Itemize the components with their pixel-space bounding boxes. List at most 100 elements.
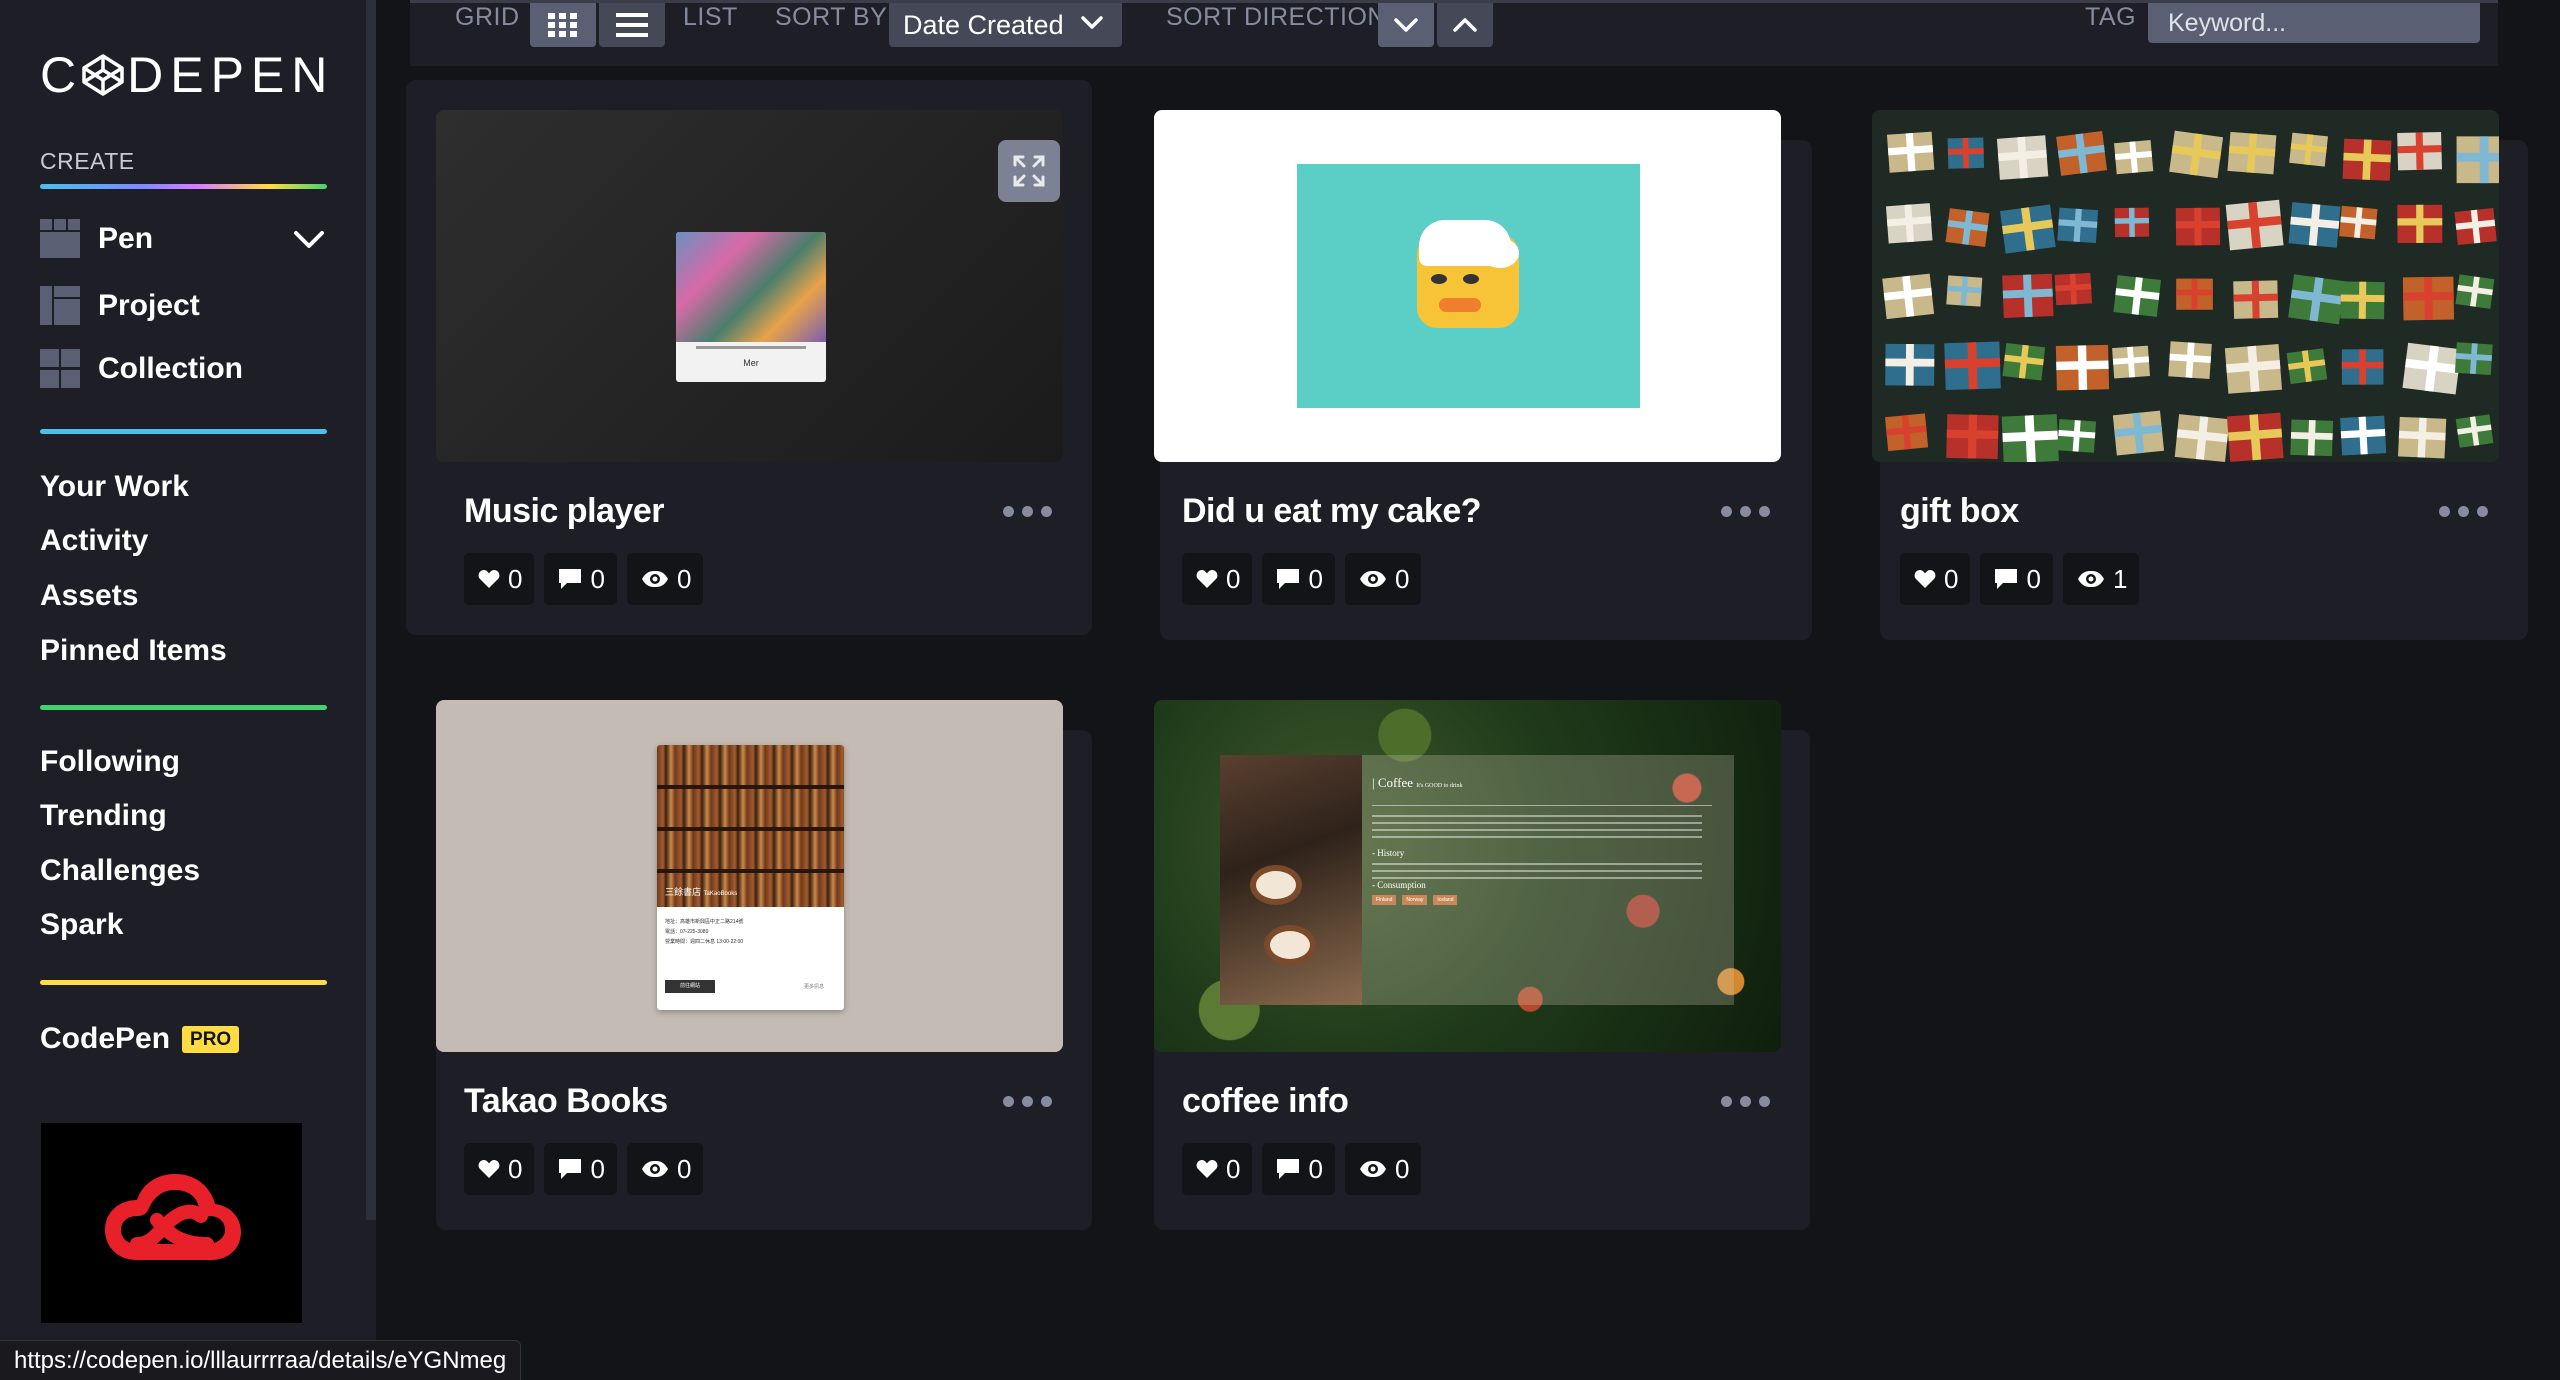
grid-view-button[interactable] [530, 3, 596, 47]
gift-box-shape [2398, 416, 2447, 459]
gift-box-shape [2339, 205, 2378, 240]
sort-by-select[interactable]: Date Created [889, 3, 1122, 47]
more-options-button[interactable] [999, 1088, 1055, 1114]
nav-trending[interactable]: Trending [40, 799, 167, 833]
eye-icon [2077, 571, 2104, 587]
like-count: 0 [508, 563, 523, 594]
sponsor-ad[interactable] [41, 1123, 302, 1323]
comment-button[interactable]: 0 [544, 553, 617, 605]
nav-your-work[interactable]: Your Work [40, 470, 189, 504]
cake-scene [1297, 164, 1640, 408]
gift-box-shape [2001, 414, 2059, 462]
grid-icon [548, 13, 577, 37]
comment-count: 0 [2026, 563, 2041, 594]
more-options-button[interactable] [1717, 498, 1773, 524]
pen-title[interactable]: Takao Books [464, 1082, 668, 1121]
pen-title[interactable]: Did u eat my cake? [1182, 492, 1482, 531]
comment-count: 0 [1308, 1153, 1323, 1184]
eye-icon [1359, 1161, 1386, 1177]
nav-assets[interactable]: Assets [40, 579, 138, 613]
pen-stats: 0 0 0 [464, 1143, 704, 1195]
create-collection-button[interactable]: Collection [40, 349, 243, 389]
gift-box-shape [2455, 274, 2495, 309]
pen-title[interactable]: coffee info [1182, 1082, 1349, 1121]
comment-count: 0 [590, 1153, 605, 1184]
eye-icon [641, 1161, 668, 1177]
comment-icon [559, 1159, 582, 1179]
gift-box-shape [2342, 138, 2392, 181]
expand-preview-button[interactable] [998, 140, 1060, 202]
chevron-down-icon [1081, 16, 1103, 29]
comment-icon [559, 569, 582, 589]
sidebar-scrollbar[interactable] [366, 0, 376, 1220]
create-pen-button[interactable]: Pen [40, 219, 153, 259]
gift-box-shape [2114, 207, 2150, 238]
bookshelf-image: 三餘書店 TaKaoBooks [657, 745, 844, 907]
expand-icon [1013, 155, 1045, 187]
bookstore-card-preview: 三餘書店 TaKaoBooks 地址：高雄市新興區中正二路214號 電話：07-… [657, 745, 844, 1010]
comment-button[interactable]: 0 [1262, 1143, 1335, 1195]
pen-stats: 0 0 0 [1182, 1143, 1422, 1195]
sort-by-value: Date Created [903, 9, 1064, 40]
nav-following[interactable]: Following [40, 745, 180, 779]
gift-box-shape [2454, 208, 2497, 246]
comment-button[interactable]: 0 [1980, 553, 2053, 605]
codepen-logo[interactable]: C DEPEN [40, 50, 334, 100]
gift-box-shape [2227, 131, 2277, 175]
gift-box-shape [1885, 413, 1929, 452]
pen-thumbnail[interactable]: Mer [436, 110, 1063, 462]
codepen-pro-link[interactable]: CodePen PRO [40, 1022, 240, 1056]
sort-direction-label: SORT DIRECTION [1166, 3, 1386, 31]
nav-challenges[interactable]: Challenges [40, 854, 200, 888]
blue-divider [40, 429, 327, 434]
like-button[interactable]: 0 [1900, 553, 1971, 605]
like-button[interactable]: 0 [464, 553, 535, 605]
like-count: 0 [1226, 563, 1241, 594]
sort-descending-button[interactable] [1378, 3, 1434, 47]
comment-icon [1277, 569, 1300, 589]
gift-box-shape [2168, 341, 2212, 380]
nav-spark[interactable]: Spark [40, 908, 123, 942]
heart-icon [478, 570, 500, 588]
grid-label: GRID [455, 3, 520, 31]
like-button[interactable]: 0 [464, 1143, 535, 1195]
pen-thumbnail[interactable] [1872, 110, 2499, 462]
more-options-button[interactable] [2435, 498, 2491, 524]
like-button[interactable]: 0 [1182, 553, 1253, 605]
pro-badge: PRO [182, 1025, 240, 1053]
pen-thumbnail[interactable]: 三餘書店 TaKaoBooks 地址：高雄市新興區中正二路214號 電話：07-… [436, 700, 1063, 1052]
views-stat: 0 [626, 553, 704, 605]
list-view-button[interactable] [599, 3, 665, 47]
chevron-down-icon[interactable] [292, 228, 326, 252]
heart-icon [1196, 1160, 1218, 1178]
create-section-label: CREATE [40, 148, 135, 174]
tag-keyword-input[interactable] [2148, 3, 2480, 43]
gift-box-shape [2055, 344, 2110, 391]
gift-box-shape [1946, 275, 1983, 307]
pen-title[interactable]: Music player [464, 492, 664, 531]
pen-card-coffee-info: | Coffee It's GOOD to drink - History - … [1124, 670, 1810, 1230]
link-preview-statusbar: https://codepen.io/lllaurrrraa/details/e… [0, 1340, 522, 1380]
pen-thumbnail[interactable]: | Coffee It's GOOD to drink - History - … [1154, 700, 1781, 1052]
gift-box-shape [1882, 273, 1935, 320]
more-options-button[interactable] [999, 498, 1055, 524]
create-project-button[interactable]: Project [40, 286, 200, 326]
comment-button[interactable]: 0 [544, 1143, 617, 1195]
comment-button[interactable]: 0 [1262, 553, 1335, 605]
chevron-down-icon [1394, 18, 1418, 32]
view-count: 0 [1394, 1153, 1410, 1184]
nav-pinned-items[interactable]: Pinned Items [40, 634, 227, 668]
sort-ascending-button[interactable] [1437, 3, 1493, 47]
pen-thumbnail[interactable] [1154, 110, 1781, 462]
list-icon [616, 13, 648, 37]
view-count: 1 [2112, 563, 2128, 594]
create-project-label: Project [98, 289, 200, 322]
more-options-button[interactable] [1717, 1088, 1773, 1114]
like-button[interactable]: 0 [1182, 1143, 1253, 1195]
create-collection-label: Collection [98, 352, 244, 385]
gift-box-shape [1944, 341, 2001, 391]
pen-title[interactable]: gift box [1900, 492, 2019, 531]
nav-activity[interactable]: Activity [40, 524, 148, 558]
gift-box-shape [2002, 342, 2046, 381]
pen-stats: 0 0 0 [1182, 553, 1422, 605]
